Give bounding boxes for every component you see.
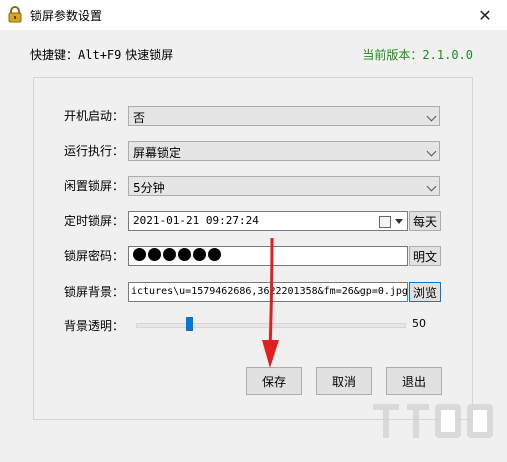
opacity-value: 50 <box>412 317 426 330</box>
timed-datetime-picker[interactable]: 2021-01-21 09:27:24 <box>128 211 408 231</box>
cancel-button[interactable]: 取消 <box>316 367 372 395</box>
timed-datetime-value: 2021-01-21 09:27:24 <box>133 214 259 227</box>
title-bar: 锁屏参数设置 ✕ <box>0 0 507 30</box>
close-icon: ✕ <box>478 5 492 25</box>
cancel-label: 取消 <box>331 374 356 389</box>
startup-label: 开机启动： <box>64 109 125 123</box>
opacity-slider-thumb[interactable] <box>185 317 193 331</box>
idle-value: 5分钟 <box>133 181 165 195</box>
browse-button[interactable]: 浏览 <box>409 282 441 302</box>
password-field[interactable] <box>128 246 408 266</box>
version-info: 当前版本：2.1.0.0 <box>362 46 473 63</box>
background-path-value: ictures\u=1579462686,3622201358&fm=26&gp… <box>131 286 407 297</box>
background-label: 锁屏背景： <box>64 285 125 299</box>
timed-label: 定时锁屏： <box>64 214 125 228</box>
exit-label: 退出 <box>401 374 426 389</box>
hotkey-action: 快速锁屏 <box>125 48 174 62</box>
chevron-down-icon <box>426 146 437 157</box>
action-select[interactable]: 屏幕锁定 <box>128 141 440 161</box>
version-label: 当前版本： <box>362 48 423 62</box>
action-value: 屏幕锁定 <box>133 146 182 160</box>
window-title: 锁屏参数设置 <box>30 9 103 23</box>
startup-value: 否 <box>133 111 146 125</box>
action-label: 运行执行： <box>64 144 125 158</box>
startup-select[interactable]: 否 <box>128 106 440 126</box>
hotkey-value: Alt+F9 <box>78 48 122 62</box>
opacity-label: 背景透明： <box>64 319 125 333</box>
dropdown-arrow-icon[interactable] <box>395 219 403 224</box>
calendar-icon[interactable] <box>379 216 391 228</box>
idle-select[interactable]: 5分钟 <box>128 176 440 196</box>
chevron-down-icon <box>426 181 437 192</box>
password-mask <box>133 248 221 261</box>
show-password-button[interactable]: 明文 <box>409 246 441 266</box>
close-button[interactable]: ✕ <box>463 0 507 30</box>
background-path-field[interactable]: ictures\u=1579462686,3622201358&fm=26&gp… <box>128 282 408 302</box>
chevron-down-icon <box>426 111 437 122</box>
lock-icon <box>8 6 22 23</box>
save-label: 保存 <box>261 374 286 389</box>
repeat-daily-button[interactable]: 每天 <box>409 211 441 231</box>
show-password-label: 明文 <box>412 249 437 264</box>
opacity-slider-track[interactable] <box>136 323 406 328</box>
version-value: 2.1.0.0 <box>422 48 473 62</box>
idle-label: 闲置锁屏： <box>64 179 125 193</box>
browse-label: 浏览 <box>412 285 437 300</box>
password-label: 锁屏密码： <box>64 249 125 263</box>
hotkey-info: 快捷键：Alt+F9 快速锁屏 <box>30 46 173 63</box>
save-button[interactable]: 保存 <box>246 367 302 395</box>
hotkey-label: 快捷键： <box>30 48 79 62</box>
watermark-logo <box>373 404 493 438</box>
repeat-daily-label: 每天 <box>412 214 437 229</box>
